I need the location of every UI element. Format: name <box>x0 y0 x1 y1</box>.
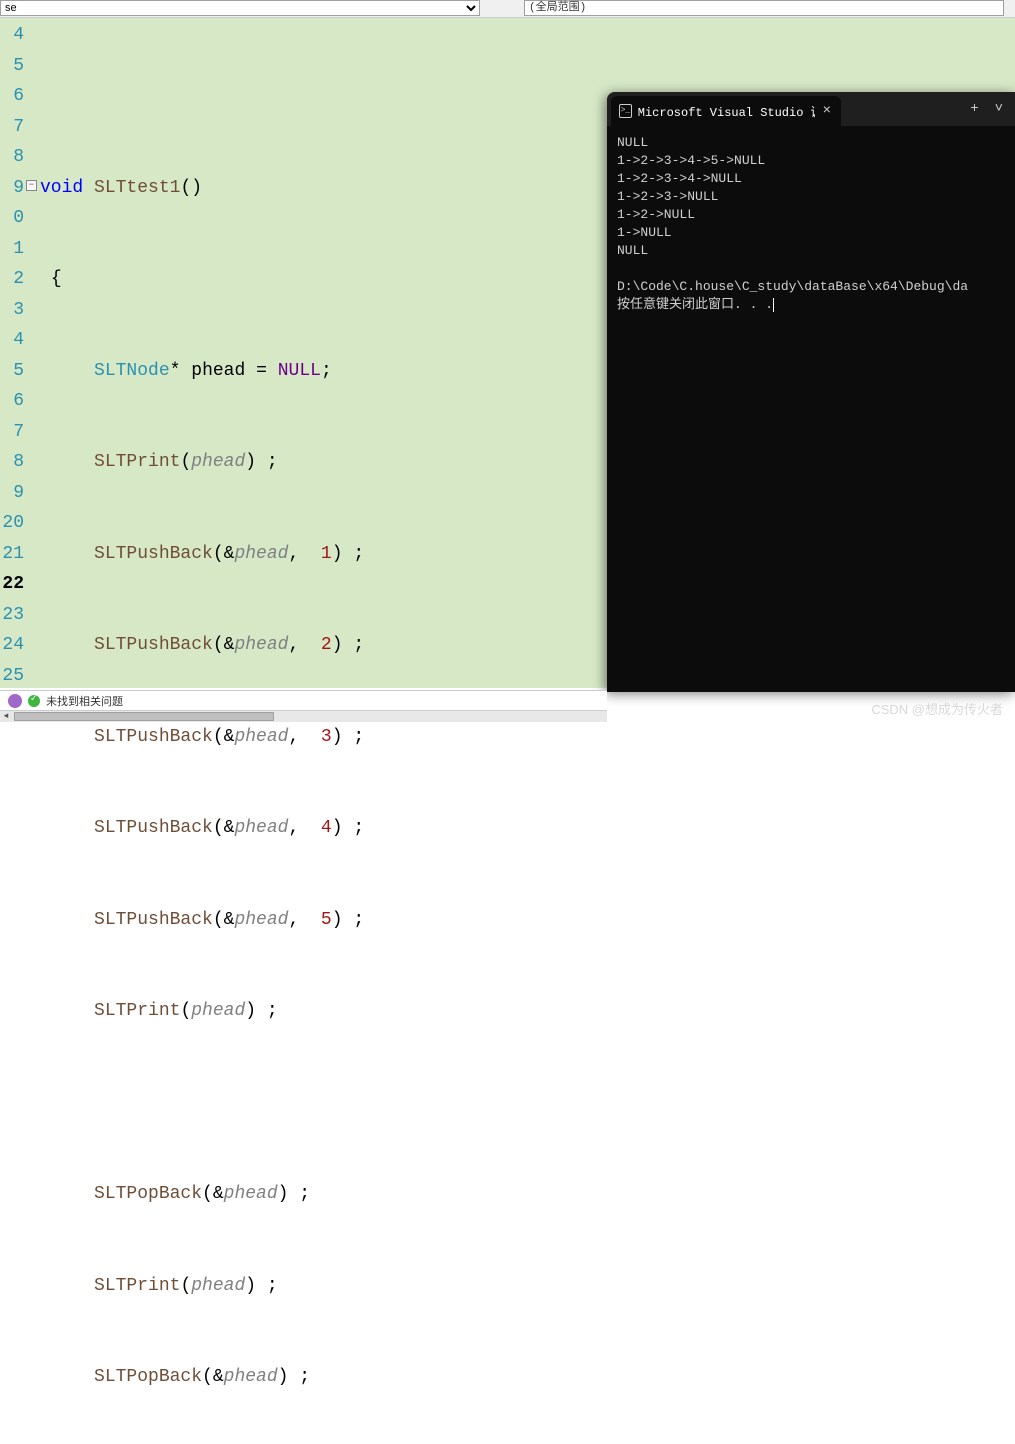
code-line: SLTPushBack(&phead, 3) ; <box>30 722 1015 753</box>
code-line: SLTPopBack(&phead) ; <box>30 1179 1015 1210</box>
close-icon[interactable]: × <box>821 103 833 119</box>
cursor-icon <box>773 298 774 312</box>
code-line <box>30 1088 1015 1119</box>
terminal-tab-title: Microsoft Visual Studio 调试 <box>638 103 815 120</box>
code-line: SLTPrint(phead) ; <box>30 996 1015 1027</box>
terminal-header: >_ Microsoft Visual Studio 调试 × + ˅ <box>607 92 1015 126</box>
terminal-output[interactable]: NULL 1->2->3->4->5->NULL 1->2->3->4->NUL… <box>607 126 1015 322</box>
scroll-left-icon[interactable]: ◄ <box>0 711 12 723</box>
collapse-toggle-icon[interactable]: − <box>26 180 37 191</box>
status-text: 未找到相关问题 <box>46 693 123 709</box>
ok-icon[interactable] <box>28 695 40 707</box>
horizontal-scrollbar[interactable]: ◄ <box>0 710 607 722</box>
status-bar: 未找到相关问题 <box>0 690 607 710</box>
code-line: SLTPushBack(&phead, 5) ; <box>30 905 1015 936</box>
terminal-actions: + ˅ <box>958 92 1015 126</box>
status-indicator-icon[interactable] <box>8 694 22 708</box>
top-bar: se (全局范围) <box>0 0 1015 18</box>
terminal-icon: >_ <box>619 104 632 118</box>
scope-dropdown-right[interactable]: (全局范围) <box>524 0 1004 16</box>
code-line: SLTPrint(phead) ; <box>30 1271 1015 1302</box>
debug-console-window[interactable]: >_ Microsoft Visual Studio 调试 × + ˅ NULL… <box>607 92 1015 692</box>
code-line: SLTPushBack(&phead, 4) ; <box>30 813 1015 844</box>
code-line: SLTPopBack(&phead) ; <box>30 1362 1015 1393</box>
scope-dropdown-left[interactable]: se <box>0 0 480 16</box>
terminal-tab[interactable]: >_ Microsoft Visual Studio 调试 × <box>611 96 841 126</box>
line-number-gutter: 4 5 6 7 8 9 0 1 2 3 4 5 6 7 8 9 20 21 22… <box>0 18 30 688</box>
watermark: CSDN @想成为传火者 <box>871 699 1003 718</box>
dropdown-icon[interactable]: ˅ <box>995 101 1003 117</box>
scroll-thumb[interactable] <box>14 712 274 721</box>
new-tab-button[interactable]: + <box>970 101 978 117</box>
